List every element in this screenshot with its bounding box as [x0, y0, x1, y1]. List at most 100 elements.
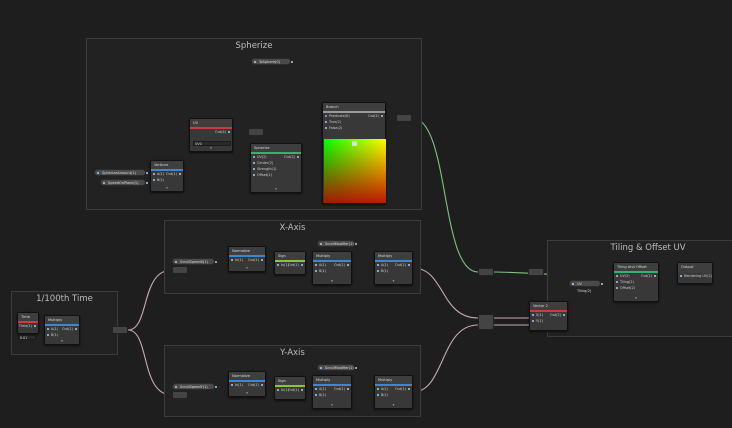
output-port-icon[interactable]: [296, 155, 299, 159]
node-y-multiply-2[interactable]: Multiply A(1) Out(1) B(1) ▾: [374, 375, 413, 409]
input-port-icon[interactable]: [277, 388, 280, 392]
output-port-icon[interactable]: [380, 114, 383, 118]
node-title: Multiply: [375, 376, 412, 384]
collapse-chevron-icon[interactable]: ▾: [251, 187, 301, 192]
node-tiling-and-offset[interactable]: Tiling And Offset UV(2) Out(2) Tiling(2) …: [613, 262, 659, 302]
node-y-multiply[interactable]: Multiply A(1) Out(1) B(1) ▾: [312, 375, 352, 409]
property-scroll-modifier-y[interactable]: ScrollModifier(1): [317, 364, 357, 371]
preview-toggle-icon[interactable]: [352, 141, 357, 146]
input-port-icon[interactable]: [616, 274, 619, 278]
node-x-multiply[interactable]: Multiply A(1) Out(1) B(1) ▾: [312, 251, 352, 285]
node-x-normalize[interactable]: Normalize In(1) Out(1) ▾: [228, 246, 266, 272]
output-label: Out(1): [248, 383, 259, 387]
output-port-icon[interactable]: [260, 383, 263, 387]
output-port-icon[interactable]: [74, 327, 77, 331]
property-to-sphere[interactable]: ToSphere(0): [251, 58, 293, 65]
group-title: Y-Axis: [280, 348, 305, 358]
input-port-icon[interactable]: [253, 155, 256, 159]
collapse-chevron-icon[interactable]: ▾: [375, 279, 412, 284]
input-port-icon[interactable]: [377, 263, 380, 267]
property-speed-on-plane[interactable]: SpeedOnPlane(1): [100, 179, 148, 186]
input-port-icon[interactable]: [315, 387, 318, 391]
output-port-icon[interactable]: [407, 263, 410, 267]
input-port-icon[interactable]: [377, 387, 380, 391]
output-port-icon[interactable]: [562, 313, 565, 317]
node-time[interactable]: Time Time(1): [17, 312, 39, 334]
node-spherize[interactable]: Spherize UV(2) Out(2) Center(2) Strength(…: [250, 143, 302, 193]
input-port-icon[interactable]: [616, 280, 619, 284]
collapse-chevron-icon[interactable]: ▾: [190, 146, 232, 151]
reroute-node[interactable]: [172, 266, 188, 274]
input-port-icon[interactable]: [325, 114, 328, 118]
node-title: Multiply: [375, 252, 412, 260]
output-port-icon[interactable]: [33, 324, 36, 328]
collapse-chevron-icon[interactable]: ▾: [313, 279, 351, 284]
reroute-node[interactable]: [172, 391, 188, 399]
property-label: ScrollModifier(1): [325, 366, 354, 370]
input-port-icon[interactable]: [325, 126, 328, 130]
output-port-icon[interactable]: [178, 172, 181, 176]
collapse-chevron-icon[interactable]: ▾: [45, 339, 79, 344]
input-label: False(2): [329, 126, 343, 130]
collapse-chevron-icon[interactable]: ▾: [313, 403, 351, 408]
node-sphere-multiply[interactable]: Vertices A(1) Out(1) B(1) ▾: [150, 160, 184, 192]
node-vector2[interactable]: Vector 2 X(1) Out(2) Y(1): [529, 301, 568, 331]
reroute-node[interactable]: [528, 268, 544, 276]
output-port-icon[interactable]: [346, 263, 349, 267]
input-port-icon[interactable]: [377, 269, 380, 273]
output-port-icon[interactable]: [653, 274, 656, 278]
reroute-node[interactable]: [248, 128, 264, 136]
node-uv[interactable]: UV Out(4) UV0 ▾: [189, 118, 233, 152]
reroute-node[interactable]: [396, 114, 412, 122]
node-y-sign[interactable]: Sign In(1) Out(1): [274, 376, 306, 400]
input-port-icon[interactable]: [532, 319, 535, 323]
input-port-icon[interactable]: [315, 263, 318, 267]
input-port-icon[interactable]: [315, 269, 318, 273]
reroute-node[interactable]: [112, 326, 128, 334]
input-port-icon[interactable]: [616, 286, 619, 290]
input-port-icon[interactable]: [153, 178, 156, 182]
reroute-node[interactable]: [478, 268, 494, 276]
output-port-icon[interactable]: [227, 130, 230, 134]
input-port-icon[interactable]: [377, 393, 380, 397]
input-port-icon[interactable]: [680, 274, 683, 278]
reroute-node[interactable]: [478, 314, 494, 330]
property-scroll-speed-x[interactable]: ScrollSpeedX(1): [172, 258, 217, 265]
collapse-chevron-icon[interactable]: ▾: [151, 186, 183, 191]
property-scroll-modifier-x[interactable]: ScrollModifier(1): [317, 240, 357, 247]
output-port-icon[interactable]: [260, 258, 263, 262]
input-port-icon[interactable]: [231, 383, 234, 387]
input-port-icon[interactable]: [325, 120, 328, 124]
input-port-icon[interactable]: [315, 393, 318, 397]
output-port-icon[interactable]: [300, 388, 303, 392]
node-output[interactable]: Output Rendering UV(2): [677, 262, 713, 284]
input-port-icon[interactable]: [47, 333, 50, 337]
node-x-multiply-2[interactable]: Multiply A(1) Out(1) B(1) ▾: [374, 251, 413, 285]
collapse-chevron-icon[interactable]: ▾: [229, 391, 265, 396]
input-port-icon[interactable]: [277, 263, 280, 267]
node-time-multiply[interactable]: Multiply A(1) Out(1) B(1) ▾: [44, 315, 80, 345]
port-icon: [320, 367, 323, 370]
output-port-icon[interactable]: [407, 387, 410, 391]
property-uv-tiling[interactable]: UV Tiling(2): [569, 280, 603, 293]
node-y-normalize[interactable]: Normalize In(1) Out(1) ▾: [228, 371, 266, 397]
collapse-chevron-icon[interactable]: ▾: [229, 266, 265, 271]
input-port-icon[interactable]: [153, 172, 156, 176]
input-port-icon[interactable]: [253, 161, 256, 165]
input-port-icon[interactable]: [231, 258, 234, 262]
shader-graph-canvas[interactable]: Spherize X-Axis Y-Axis 1/100th Time Tili…: [0, 0, 732, 428]
collapse-chevron-icon[interactable]: ▾: [614, 296, 658, 301]
multiply-b-value-field[interactable]: 0.01: [18, 335, 36, 340]
input-port-icon[interactable]: [47, 327, 50, 331]
input-port-icon[interactable]: [253, 173, 256, 177]
input-port-icon[interactable]: [253, 167, 256, 171]
output-port-icon[interactable]: [300, 263, 303, 267]
input-port-icon[interactable]: [532, 313, 535, 317]
output-label: Out(1): [288, 388, 299, 392]
collapse-chevron-icon[interactable]: ▾: [375, 403, 412, 408]
property-scroll-speed-y[interactable]: ScrollSpeedY(1): [172, 383, 217, 390]
node-x-sign[interactable]: Sign In(1) Out(1): [274, 251, 306, 275]
output-port-icon[interactable]: [346, 387, 349, 391]
property-spherize-amount[interactable]: SpherizeAmount(1): [94, 169, 148, 176]
node-branch[interactable]: Branch Predicate(B) Out(2) True(2) False(…: [322, 102, 386, 204]
